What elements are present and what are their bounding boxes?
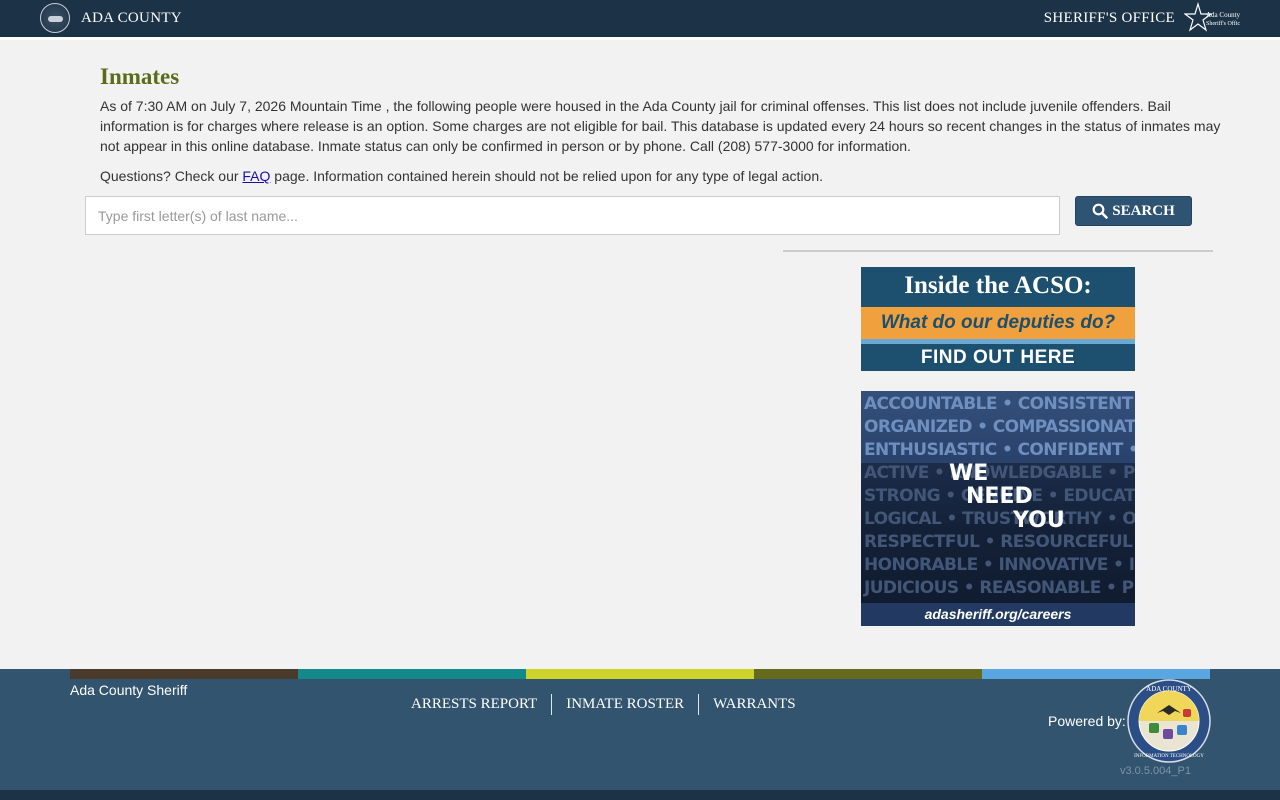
banner-cta: FIND OUT HERE <box>920 347 1076 368</box>
county-seal-icon[interactable] <box>40 3 70 33</box>
footer-color-bar <box>70 669 1210 679</box>
color-stripe <box>982 669 1210 679</box>
inside-acso-banner[interactable]: Inside the ACSO: What do our deputies do… <box>861 267 1135 371</box>
we-text: WE <box>949 461 989 486</box>
arrests-report-link[interactable]: ARRESTS REPORT <box>397 694 551 715</box>
footer-nav: ARRESTS REPORT INMATE ROSTER WARRANTS <box>397 694 810 715</box>
search-button[interactable]: SEARCH <box>1075 196 1192 226</box>
divider <box>783 250 1213 252</box>
inmates-intro-text: As of 7:30 AM on July 7, 2026 Mountain T… <box>100 98 1221 154</box>
svg-text:Sheriff's Office: Sheriff's Office <box>1206 20 1240 27</box>
bottom-strip <box>0 790 1280 800</box>
sheriff-office-title[interactable]: SHERIFF'S OFFICE <box>1044 10 1175 27</box>
svg-text:ADA COUNTY: ADA COUNTY <box>1146 685 1192 693</box>
warrants-link[interactable]: WARRANTS <box>699 694 810 715</box>
svg-text:Ada County: Ada County <box>1206 11 1240 19</box>
county-brand[interactable]: ADA COUNTY <box>81 10 182 27</box>
footer: Ada County Sheriff ARRESTS REPORT INMATE… <box>0 669 1280 790</box>
questions-text: Questions? Check our FAQ page. Informati… <box>100 166 823 186</box>
color-stripe <box>754 669 982 679</box>
careers-banner[interactable]: ACCOUNTABLE • CONSISTENT • ADAPTABLE ORG… <box>861 391 1135 626</box>
questions-prefix: Questions? Check our <box>100 168 243 184</box>
banner-stripe <box>861 339 1135 344</box>
color-stripe <box>298 669 526 679</box>
color-stripe <box>526 669 754 679</box>
banner-question: What do our deputies do? <box>861 307 1135 339</box>
values-line: ACCOUNTABLE • CONSISTENT • ADAPTABLE <box>864 394 1135 414</box>
version-label: v3.0.5.004_P1 <box>1120 765 1191 777</box>
last-name-search-input[interactable] <box>85 196 1060 235</box>
banner-heading: Inside the ACSO: <box>904 272 1092 299</box>
powered-by-label: Powered by: <box>1048 713 1126 729</box>
search-button-label: SEARCH <box>1112 202 1175 219</box>
search-icon <box>1092 203 1109 219</box>
values-line: ENTHUSIASTIC • CONFIDENT • PREPARED <box>864 440 1135 460</box>
careers-url: adasheriff.org/careers <box>861 603 1135 626</box>
inmate-roster-link[interactable]: INMATE ROSTER <box>552 694 698 715</box>
you-text: YOU <box>1013 508 1065 533</box>
footer-site-name: Ada County Sheriff <box>70 682 188 698</box>
sheriff-star-logo-icon[interactable]: Ada County Sheriff's Office <box>1184 2 1240 34</box>
questions-suffix: page. Information contained herein shoul… <box>270 168 824 184</box>
color-stripe <box>70 669 298 679</box>
top-header: ADA COUNTY SHERIFF'S OFFICE Ada County S… <box>0 0 1280 40</box>
faq-link[interactable]: FAQ <box>242 168 270 184</box>
values-line: ORGANIZED • COMPASSIONATE • ENERGETIC <box>864 417 1135 437</box>
need-text: NEED <box>966 484 1033 509</box>
it-department-seal-icon[interactable]: ADA COUNTY INFORMATION TECHNOLOGY <box>1127 679 1211 763</box>
page-title: Inmates <box>100 64 180 89</box>
svg-text:INFORMATION TECHNOLOGY: INFORMATION TECHNOLOGY <box>1134 754 1204 759</box>
